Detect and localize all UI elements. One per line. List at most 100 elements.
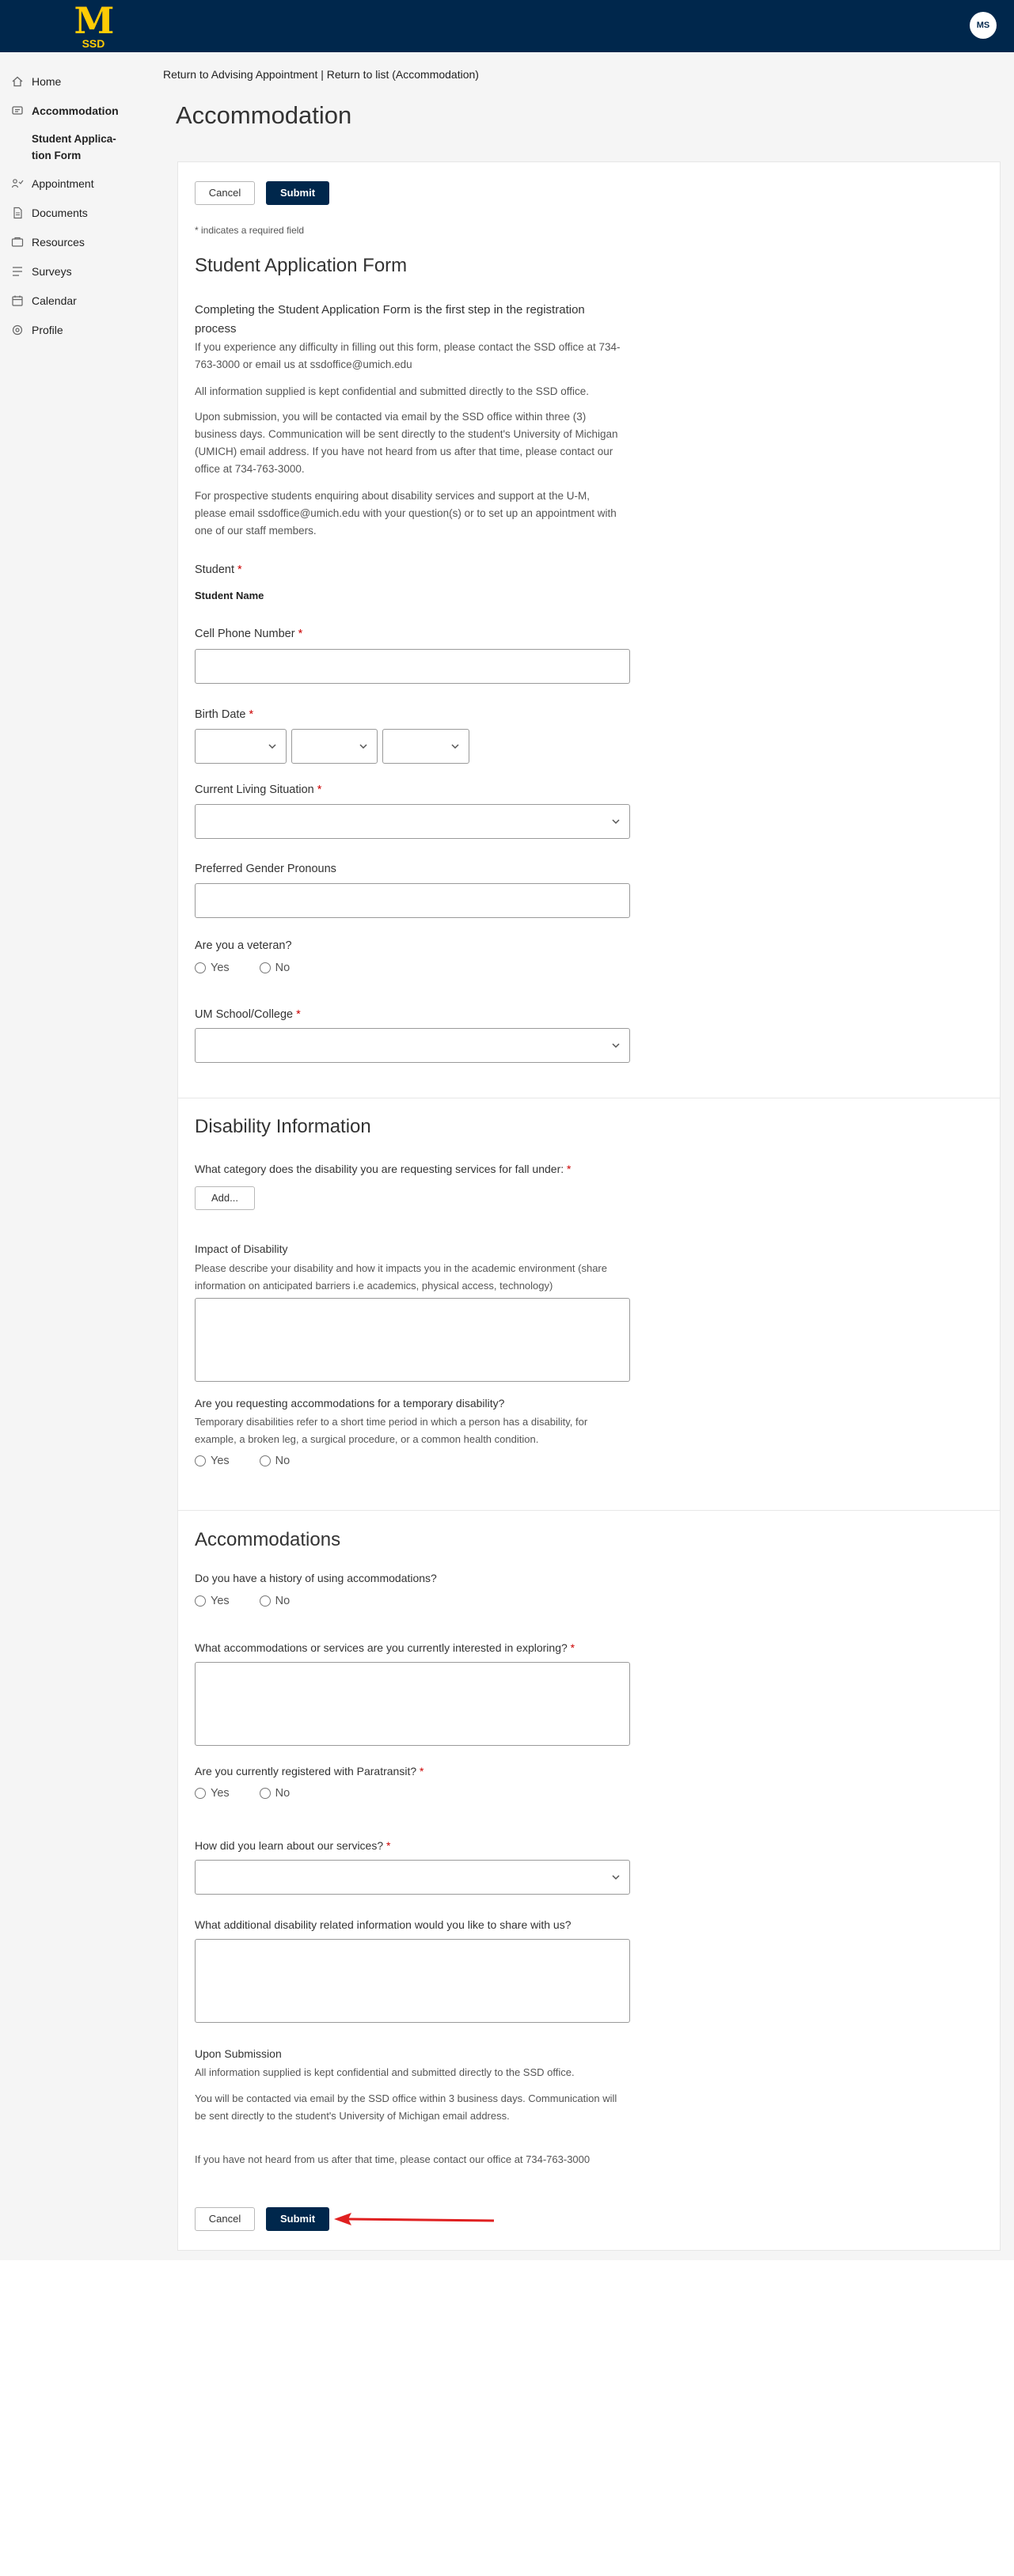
sidebar-item-label: Profile bbox=[32, 324, 63, 336]
history-no-radio[interactable]: No bbox=[259, 1595, 291, 1607]
temporary-help-text: Temporary disabilities refer to a short … bbox=[195, 1416, 588, 1445]
submit-button-bottom[interactable]: Submit bbox=[266, 2207, 329, 2231]
annotation-arrow-icon bbox=[334, 2213, 495, 2225]
home-icon bbox=[12, 76, 23, 87]
impact-textarea[interactable] bbox=[195, 1298, 630, 1382]
impact-label: Impact of Disability bbox=[195, 1242, 288, 1255]
radio-label: Yes bbox=[211, 962, 230, 974]
paratransit-no-radio[interactable]: No bbox=[259, 1787, 291, 1800]
intro-paragraph-1: If you experience any difficulty in fill… bbox=[195, 341, 621, 370]
radio-label: Yes bbox=[211, 1595, 230, 1607]
veteran-no-radio[interactable]: No bbox=[259, 962, 290, 974]
birth-date-label: Birth Date * bbox=[195, 708, 254, 721]
logo-letter: M bbox=[74, 0, 115, 42]
cancel-button-top[interactable]: Cancel bbox=[195, 181, 255, 205]
chevron-down-icon bbox=[268, 744, 276, 749]
learn-about-select[interactable] bbox=[195, 1860, 630, 1895]
form-title: Student Application Form bbox=[195, 255, 408, 276]
add-category-button[interactable]: Add... bbox=[195, 1186, 255, 1210]
breadcrumb: Return to Advising Appointment | Return … bbox=[163, 68, 479, 81]
sidebar-item-label: Resources bbox=[32, 236, 85, 248]
history-yes-radio[interactable]: Yes bbox=[195, 1595, 230, 1607]
sidebar-item-label: Surveys bbox=[32, 265, 72, 278]
accommodation-icon bbox=[12, 106, 23, 115]
radio-circle[interactable] bbox=[259, 1595, 271, 1607]
sidebar-item-surveys[interactable]: Surveys bbox=[11, 263, 72, 280]
veteran-label: Are you a veteran? bbox=[195, 939, 292, 952]
student-name: Student Name bbox=[195, 590, 264, 601]
pronouns-input[interactable] bbox=[195, 883, 630, 918]
student-label: Student * bbox=[195, 563, 242, 576]
sidebar-item-label: Home bbox=[32, 75, 62, 88]
birth-day-select[interactable] bbox=[291, 729, 378, 764]
radio-label: No bbox=[275, 1787, 291, 1800]
radio-circle[interactable] bbox=[259, 1788, 271, 1799]
sidebar-item-home[interactable]: Home bbox=[11, 73, 61, 90]
umich-ssd-logo[interactable]: M SSD bbox=[71, 0, 116, 49]
cell-phone-input[interactable] bbox=[195, 649, 630, 684]
birth-month-select[interactable] bbox=[195, 729, 287, 764]
top-bar: M SSD MS bbox=[0, 0, 1014, 52]
intro-heading: Completing the Student Application Form … bbox=[195, 303, 585, 336]
radio-circle[interactable] bbox=[259, 1455, 271, 1466]
radio-circle[interactable] bbox=[259, 962, 271, 973]
radio-circle[interactable] bbox=[195, 1595, 206, 1607]
living-situation-label: Current Living Situation * bbox=[195, 783, 322, 796]
upon-submission-paragraph-2: You will be contacted via email by the S… bbox=[195, 2092, 617, 2122]
temporary-radio-group: Yes No bbox=[195, 1455, 320, 1467]
return-to-advising-link[interactable]: Return to Advising Appointment bbox=[163, 68, 317, 81]
paratransit-yes-radio[interactable]: Yes bbox=[195, 1787, 230, 1800]
birth-year-select[interactable] bbox=[382, 729, 469, 764]
sidebar-item-label: Documents bbox=[32, 207, 88, 219]
temporary-no-radio[interactable]: No bbox=[259, 1455, 291, 1467]
return-to-list-link[interactable]: Return to list (Accommodation) bbox=[327, 68, 479, 81]
upon-submission-paragraph-1: All information supplied is kept confide… bbox=[195, 2066, 575, 2078]
radio-label: No bbox=[275, 1595, 291, 1607]
veteran-yes-radio[interactable]: Yes bbox=[195, 962, 230, 974]
section-divider bbox=[178, 1510, 1000, 1511]
learn-about-label: How did you learn about our services? * bbox=[195, 1839, 391, 1852]
cancel-button-bottom[interactable]: Cancel bbox=[195, 2207, 255, 2231]
veteran-radio-group: Yes No bbox=[195, 962, 320, 974]
sidebar: Home Accommodation Student Applica-tion … bbox=[0, 52, 150, 369]
school-select[interactable] bbox=[195, 1028, 630, 1063]
living-situation-select[interactable] bbox=[195, 804, 630, 839]
temporary-disability-label: Are you requesting accommodations for a … bbox=[195, 1397, 505, 1409]
resources-icon bbox=[11, 237, 24, 247]
sidebar-item-label: Calendar bbox=[32, 294, 77, 307]
temporary-yes-radio[interactable]: Yes bbox=[195, 1455, 230, 1467]
radio-circle[interactable] bbox=[195, 1788, 206, 1799]
sidebar-item-calendar[interactable]: Calendar bbox=[11, 292, 77, 309]
radio-circle[interactable] bbox=[195, 1455, 206, 1466]
sidebar-item-appointment[interactable]: Appointment bbox=[11, 175, 94, 192]
sidebar-subitem-student-application-form[interactable]: Student Applica-tion Form bbox=[32, 131, 127, 164]
radio-label: Yes bbox=[211, 1455, 230, 1467]
chevron-down-icon bbox=[612, 1043, 620, 1049]
history-radio-group: Yes No bbox=[195, 1595, 320, 1607]
sidebar-item-accommodation[interactable]: Accommodation bbox=[11, 102, 119, 120]
sidebar-item-resources[interactable]: Resources bbox=[11, 233, 85, 251]
radio-label: Yes bbox=[211, 1787, 230, 1800]
sidebar-item-label: Appointment bbox=[32, 177, 94, 190]
required-field-note: * indicates a required field bbox=[195, 225, 305, 236]
radio-circle[interactable] bbox=[195, 962, 206, 973]
accommodations-section-title: Accommodations bbox=[195, 1529, 341, 1550]
additional-info-textarea[interactable] bbox=[195, 1939, 630, 2023]
sidebar-item-profile[interactable]: Profile bbox=[11, 321, 63, 339]
sidebar-item-label: Accommodation bbox=[32, 104, 119, 117]
history-label: Do you have a history of using accommoda… bbox=[195, 1572, 437, 1584]
pronouns-label: Preferred Gender Pronouns bbox=[195, 863, 336, 875]
radio-label: No bbox=[275, 1455, 291, 1467]
calendar-icon bbox=[12, 295, 23, 306]
chevron-down-icon bbox=[451, 744, 459, 749]
sidebar-item-documents[interactable]: Documents bbox=[11, 204, 88, 222]
submit-button-top[interactable]: Submit bbox=[266, 181, 329, 205]
breadcrumb-separator: | bbox=[317, 68, 327, 81]
paratransit-label: Are you currently registered with Paratr… bbox=[195, 1765, 424, 1777]
intro-paragraph-2: All information supplied is kept confide… bbox=[195, 385, 590, 397]
school-label: UM School/College * bbox=[195, 1008, 301, 1021]
chevron-down-icon bbox=[612, 819, 620, 825]
interest-textarea[interactable] bbox=[195, 1662, 630, 1746]
avatar[interactable]: MS bbox=[970, 12, 997, 39]
impact-help-text: Please describe your disability and how … bbox=[195, 1262, 607, 1292]
